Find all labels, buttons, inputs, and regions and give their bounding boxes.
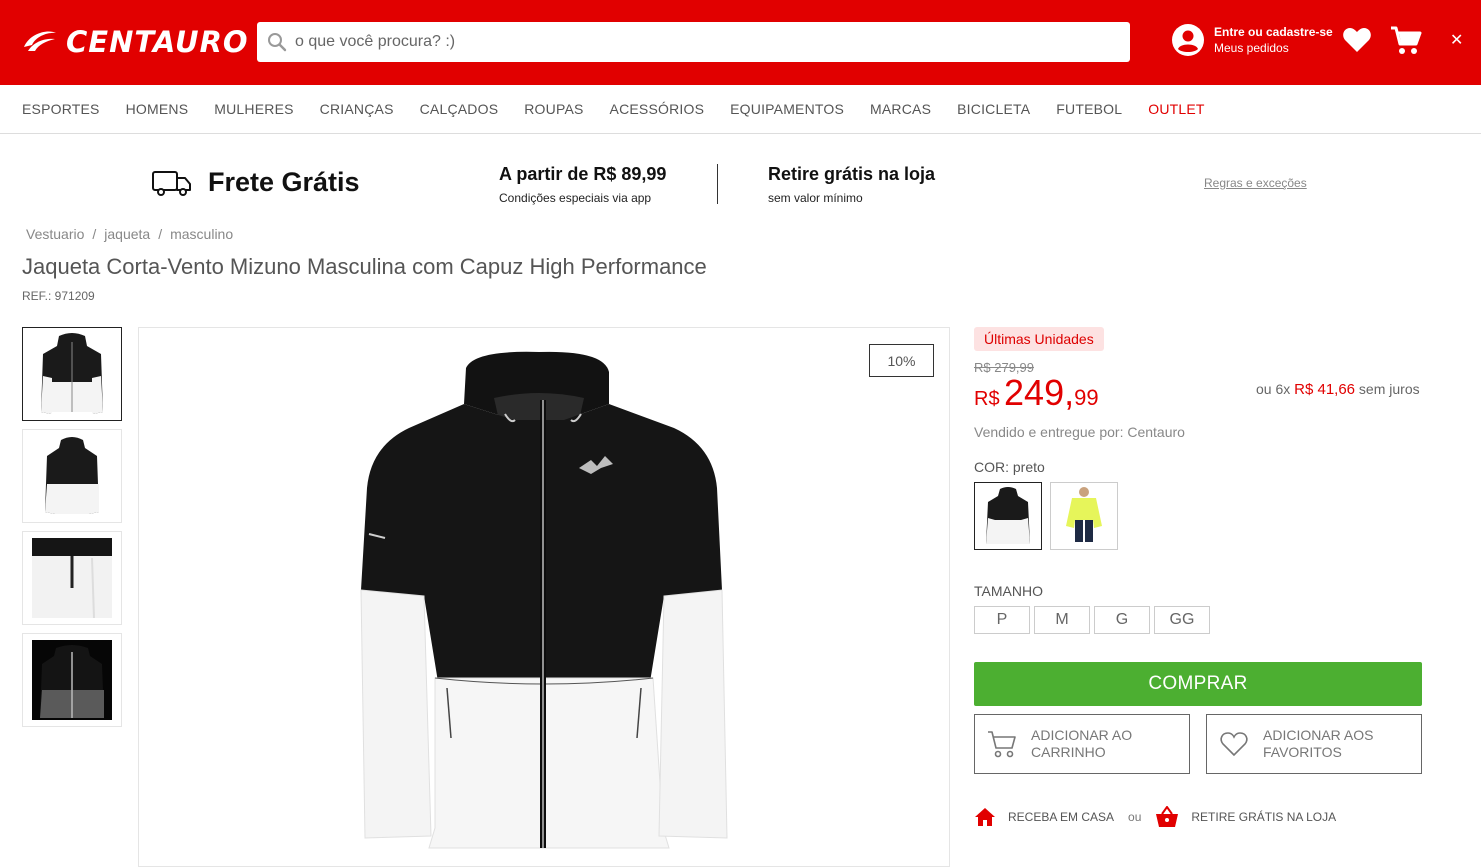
installments-value: R$ 41,66 bbox=[1294, 381, 1356, 398]
free-shipping-title: Frete Grátis bbox=[208, 167, 360, 197]
shipping-rules-link[interactable]: Regras e exceções bbox=[1204, 176, 1307, 190]
installments-info: ou 6x R$ 41,66 sem juros bbox=[1256, 381, 1420, 398]
jacket-detail-thumbnail-image bbox=[32, 538, 112, 618]
search-icon[interactable] bbox=[259, 22, 295, 62]
thumbnail-front[interactable] bbox=[22, 327, 122, 421]
size-label: TAMANHO bbox=[974, 583, 1043, 599]
shipping-store-heading: Retire grátis na loja bbox=[768, 164, 936, 184]
delivery-options: RECEBA EM CASA ou RETIRE GRÁTIS NA LOJA bbox=[974, 806, 1336, 828]
heart-outline-icon bbox=[1220, 732, 1248, 757]
nav-item-criancas[interactable]: CRIANÇAS bbox=[320, 101, 394, 117]
delivery-store-label[interactable]: RETIRE GRÁTIS NA LOJA bbox=[1191, 810, 1336, 824]
home-icon bbox=[975, 808, 995, 826]
nav-item-futebol[interactable]: FUTEBOL bbox=[1056, 101, 1122, 117]
category-nav: ESPORTES HOMENS MULHERES CRIANÇAS CALÇAD… bbox=[0, 85, 1481, 134]
centauro-logo-icon bbox=[24, 31, 56, 51]
breadcrumb-separator: / bbox=[92, 226, 97, 242]
nav-item-mulheres[interactable]: MULHERES bbox=[214, 101, 293, 117]
add-to-favorites-button[interactable]: ADICIONAR AOS FAVORITOS bbox=[1206, 714, 1422, 774]
top-header: CENTAURO Entre ou cadastre-se Meus pedid… bbox=[0, 0, 1481, 85]
shipping-divider bbox=[717, 164, 718, 204]
search-bar[interactable] bbox=[257, 22, 1130, 62]
delivery-or: ou bbox=[1128, 810, 1142, 824]
store-basket-icon bbox=[1156, 806, 1179, 827]
shipping-min-heading: A partir de R$ 89,99 bbox=[499, 164, 667, 184]
account-menu[interactable]: Entre ou cadastre-se Meus pedidos bbox=[1172, 24, 1333, 56]
color-swatch-lime[interactable] bbox=[1050, 482, 1118, 550]
delivery-truck-icon bbox=[152, 170, 191, 196]
thumbnail-night[interactable] bbox=[22, 633, 122, 727]
color-swatch-black[interactable] bbox=[974, 482, 1042, 550]
jacket-night-thumbnail-image bbox=[32, 640, 112, 720]
breadcrumb-separator: / bbox=[158, 226, 163, 242]
product-main-image[interactable] bbox=[138, 327, 950, 867]
color-label: COR: preto bbox=[974, 459, 1045, 475]
breadcrumb-item-masculino[interactable]: masculino bbox=[170, 226, 233, 242]
seller-info: Vendido e entregue por: Centauro bbox=[974, 424, 1185, 440]
jacket-back-thumbnail-image bbox=[45, 437, 99, 514]
lime-jacket-swatch-image bbox=[1066, 487, 1102, 542]
close-icon[interactable]: ✕ bbox=[1450, 30, 1463, 50]
black-jacket-swatch-image bbox=[986, 487, 1030, 544]
search-input[interactable] bbox=[295, 33, 1095, 51]
product-title: Jaqueta Corta-Vento Mizuno Masculina com… bbox=[22, 254, 707, 279]
breadcrumb: Vestuario / jaqueta / masculino bbox=[26, 226, 233, 242]
cart-outline-icon bbox=[988, 731, 1016, 758]
nav-item-esportes[interactable]: ESPORTES bbox=[22, 101, 100, 117]
last-units-badge: Últimas Unidades bbox=[974, 327, 1104, 351]
size-option-p[interactable]: P bbox=[974, 606, 1030, 634]
nav-item-acessorios[interactable]: ACESSÓRIOS bbox=[610, 101, 705, 117]
jacket-image bbox=[360, 351, 728, 849]
price-currency: R$ bbox=[974, 388, 1000, 410]
shipping-min-sub: Condições especiais via app bbox=[499, 191, 652, 205]
cart-icon[interactable] bbox=[1390, 26, 1422, 61]
price-integer: 249, bbox=[1004, 372, 1075, 413]
current-price: R$ 249,99 bbox=[974, 372, 1099, 414]
shipping-store-pickup: Retire grátis na loja sem valor mínimo bbox=[768, 164, 935, 205]
user-icon bbox=[1172, 24, 1204, 56]
account-login-link[interactable]: Entre ou cadastre-se bbox=[1214, 24, 1333, 40]
price-decimal: 99 bbox=[1074, 385, 1099, 410]
buy-button[interactable]: COMPRAR bbox=[974, 662, 1422, 706]
add-to-favorites-label: ADICIONAR AOS FAVORITOS bbox=[1263, 727, 1374, 760]
shipping-store-sub: sem valor mínimo bbox=[768, 191, 863, 205]
thumbnail-detail[interactable] bbox=[22, 531, 122, 625]
nav-item-calcados[interactable]: CALÇADOS bbox=[420, 101, 499, 117]
nav-item-homens[interactable]: HOMENS bbox=[126, 101, 189, 117]
nav-item-equipamentos[interactable]: EQUIPAMENTOS bbox=[730, 101, 844, 117]
nav-item-marcas[interactable]: MARCAS bbox=[870, 101, 931, 117]
nav-item-outlet[interactable]: OUTLET bbox=[1148, 101, 1204, 117]
size-option-gg[interactable]: GG bbox=[1154, 606, 1210, 634]
discount-badge: 10% bbox=[869, 344, 934, 377]
account-orders-link[interactable]: Meus pedidos bbox=[1214, 40, 1333, 56]
breadcrumb-item-vestuario[interactable]: Vestuario bbox=[26, 226, 84, 242]
jacket-thumbnail-image bbox=[41, 333, 103, 414]
installments-suffix: sem juros bbox=[1358, 381, 1420, 397]
free-shipping-banner: Frete Grátis bbox=[152, 167, 360, 198]
breadcrumb-item-jaqueta[interactable]: jaqueta bbox=[104, 226, 150, 242]
nav-item-bicicleta[interactable]: BICICLETA bbox=[957, 101, 1030, 117]
add-to-cart-button[interactable]: ADICIONAR AO CARRINHO bbox=[974, 714, 1190, 774]
logo-text: CENTAURO bbox=[66, 25, 249, 59]
nav-item-roupas[interactable]: ROUPAS bbox=[524, 101, 583, 117]
installments-prefix: ou 6x bbox=[1256, 381, 1291, 397]
delivery-home-label[interactable]: RECEBA EM CASA bbox=[1008, 810, 1114, 824]
thumbnail-back[interactable] bbox=[22, 429, 122, 523]
size-option-m[interactable]: M bbox=[1034, 606, 1090, 634]
shipping-min-value: A partir de R$ 89,99 Condições especiais… bbox=[499, 164, 666, 205]
centauro-logo[interactable]: CENTAURO bbox=[22, 24, 249, 60]
size-option-g[interactable]: G bbox=[1094, 606, 1150, 634]
add-to-cart-label: ADICIONAR AO CARRINHO bbox=[1031, 727, 1133, 760]
product-ref: REF.: 971209 bbox=[22, 289, 95, 303]
favorites-heart-icon[interactable] bbox=[1342, 26, 1372, 59]
